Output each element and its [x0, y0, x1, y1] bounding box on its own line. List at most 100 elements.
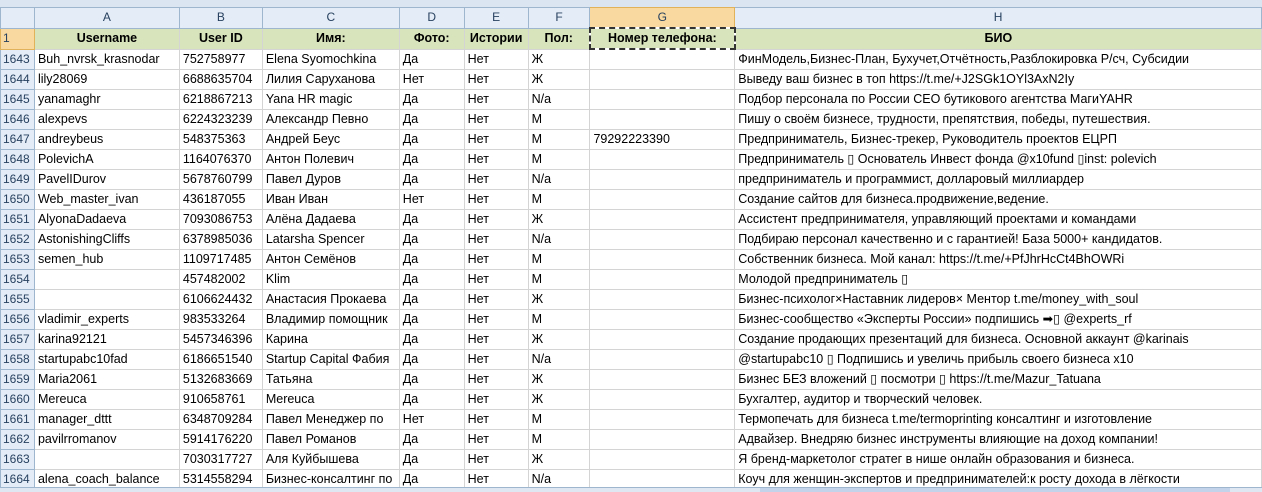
- cell-stories[interactable]: Нет: [463, 268, 529, 290]
- cell-gender[interactable]: Ж: [527, 288, 591, 310]
- cell-user-id[interactable]: 752758977: [178, 48, 263, 70]
- cell-user-id[interactable]: 7030317727: [178, 448, 263, 470]
- cell-username[interactable]: [33, 448, 180, 470]
- row-header[interactable]: 1647: [0, 128, 35, 150]
- cell-name[interactable]: Александр Певно: [261, 108, 400, 130]
- cell-bio[interactable]: предприниматель и программист, долларовы…: [734, 168, 1262, 190]
- cell-photo[interactable]: Да: [398, 348, 465, 370]
- cell-username[interactable]: vladimir_experts: [33, 308, 180, 330]
- header-cell-photo[interactable]: Фото:: [398, 27, 465, 50]
- cell-gender[interactable]: Ж: [527, 368, 591, 390]
- cell-phone[interactable]: [589, 288, 736, 310]
- header-cell-name[interactable]: Имя:: [261, 27, 400, 50]
- cell-bio[interactable]: Предприниматель ▯ Основатель Инвест фонд…: [734, 148, 1262, 170]
- cell-username[interactable]: startupabc10fad: [33, 348, 180, 370]
- cell-stories[interactable]: Нет: [463, 228, 529, 250]
- column-header-a[interactable]: A: [33, 7, 180, 29]
- cell-gender[interactable]: Ж: [527, 448, 591, 470]
- cell-user-id[interactable]: 6218867213: [178, 88, 263, 110]
- cell-photo[interactable]: Да: [398, 368, 465, 390]
- row-header[interactable]: 1648: [0, 148, 35, 170]
- cell-stories[interactable]: Нет: [463, 388, 529, 410]
- cell-username[interactable]: AlyonaDadaeva: [33, 208, 180, 230]
- cell-name[interactable]: Владимир помощник: [261, 308, 400, 330]
- cell-gender[interactable]: М: [527, 128, 591, 150]
- cell-user-id[interactable]: 457482002: [178, 268, 263, 290]
- cell-gender[interactable]: N/a: [527, 468, 591, 490]
- row-header[interactable]: 1650: [0, 188, 35, 210]
- cell-stories[interactable]: Нет: [463, 248, 529, 270]
- row-header[interactable]: 1663: [0, 448, 35, 470]
- cell-phone[interactable]: [589, 268, 736, 290]
- cell-gender[interactable]: Ж: [527, 388, 591, 410]
- cell-user-id[interactable]: 548375363: [178, 128, 263, 150]
- cell-user-id[interactable]: 1109717485: [178, 248, 263, 270]
- cell-username[interactable]: PolevichA: [33, 148, 180, 170]
- cell-bio[interactable]: Молодой предприниматель ▯: [734, 268, 1262, 290]
- cell-stories[interactable]: Нет: [463, 448, 529, 470]
- cell-photo[interactable]: Нет: [398, 68, 465, 90]
- cell-bio[interactable]: Я бренд-маркетолог стратег в нише онлайн…: [734, 448, 1262, 470]
- cell-stories[interactable]: Нет: [463, 188, 529, 210]
- cell-name[interactable]: Иван Иван: [261, 188, 400, 210]
- cell-user-id[interactable]: 5457346396: [178, 328, 263, 350]
- cell-photo[interactable]: Да: [398, 228, 465, 250]
- cell-phone[interactable]: [589, 68, 736, 90]
- row-header[interactable]: 1656: [0, 308, 35, 330]
- row-header[interactable]: 1653: [0, 248, 35, 270]
- cell-username[interactable]: [33, 288, 180, 310]
- cell-username[interactable]: semen_hub: [33, 248, 180, 270]
- cell-username[interactable]: alexpevs: [33, 108, 180, 130]
- cell-name[interactable]: Бизнес-консалтинг по: [261, 468, 400, 490]
- cell-phone[interactable]: [589, 408, 736, 430]
- cell-name[interactable]: Yana HR magic: [261, 88, 400, 110]
- header-cell-user-id[interactable]: User ID: [178, 27, 263, 50]
- cell-stories[interactable]: Нет: [463, 348, 529, 370]
- cell-photo[interactable]: Да: [398, 88, 465, 110]
- cell-phone[interactable]: [589, 108, 736, 130]
- cell-stories[interactable]: Нет: [463, 308, 529, 330]
- cell-stories[interactable]: Нет: [463, 148, 529, 170]
- cell-bio[interactable]: Предприниматель, Бизнес-трекер, Руководи…: [734, 128, 1262, 150]
- cell-user-id[interactable]: 5314558294: [178, 468, 263, 490]
- cell-photo[interactable]: Да: [398, 468, 465, 490]
- cell-user-id[interactable]: 6348709284: [178, 408, 263, 430]
- cell-stories[interactable]: Нет: [463, 368, 529, 390]
- cell-bio[interactable]: Адвайзер. Внедряю бизнес инструменты вли…: [734, 428, 1262, 450]
- cell-phone[interactable]: [589, 188, 736, 210]
- cell-name[interactable]: Анастасия Прокаева: [261, 288, 400, 310]
- cell-phone[interactable]: [589, 48, 736, 70]
- cell-phone[interactable]: [589, 448, 736, 470]
- cell-user-id[interactable]: 6186651540: [178, 348, 263, 370]
- row-header[interactable]: 1643: [0, 48, 35, 70]
- cell-stories[interactable]: Нет: [463, 88, 529, 110]
- cell-user-id[interactable]: 5914176220: [178, 428, 263, 450]
- cell-bio[interactable]: Подбираю персонал качественно и с гарант…: [734, 228, 1262, 250]
- row-header[interactable]: 1: [0, 27, 35, 50]
- cell-name[interactable]: Андрей Беус: [261, 128, 400, 150]
- cell-photo[interactable]: Да: [398, 308, 465, 330]
- row-header[interactable]: 1658: [0, 348, 35, 370]
- row-header[interactable]: 1652: [0, 228, 35, 250]
- column-header-d[interactable]: D: [398, 7, 465, 29]
- cell-stories[interactable]: Нет: [463, 108, 529, 130]
- cell-phone[interactable]: [589, 468, 736, 490]
- cell-bio[interactable]: ФинМодель,Бизнес-План, Бухучет,Отчётност…: [734, 48, 1262, 70]
- header-cell-stories[interactable]: Истории: [463, 27, 529, 50]
- header-cell-username[interactable]: Username: [33, 27, 180, 50]
- cell-name[interactable]: Павел Менеджер по: [261, 408, 400, 430]
- cell-stories[interactable]: Нет: [463, 68, 529, 90]
- cell-bio[interactable]: Создание продающих презентаций для бизне…: [734, 328, 1262, 350]
- cell-photo[interactable]: Да: [398, 388, 465, 410]
- cell-stories[interactable]: Нет: [463, 428, 529, 450]
- cell-name[interactable]: Татьяна: [261, 368, 400, 390]
- cell-photo[interactable]: Да: [398, 168, 465, 190]
- cell-user-id[interactable]: 5132683669: [178, 368, 263, 390]
- cell-phone[interactable]: [589, 348, 736, 370]
- cell-name[interactable]: Latarsha Spencer: [261, 228, 400, 250]
- cell-photo[interactable]: Да: [398, 448, 465, 470]
- cell-username[interactable]: [33, 268, 180, 290]
- cell-phone[interactable]: [589, 168, 736, 190]
- cell-bio[interactable]: Бухгалтер, аудитор и творческий человек.: [734, 388, 1262, 410]
- cell-username[interactable]: yanamaghr: [33, 88, 180, 110]
